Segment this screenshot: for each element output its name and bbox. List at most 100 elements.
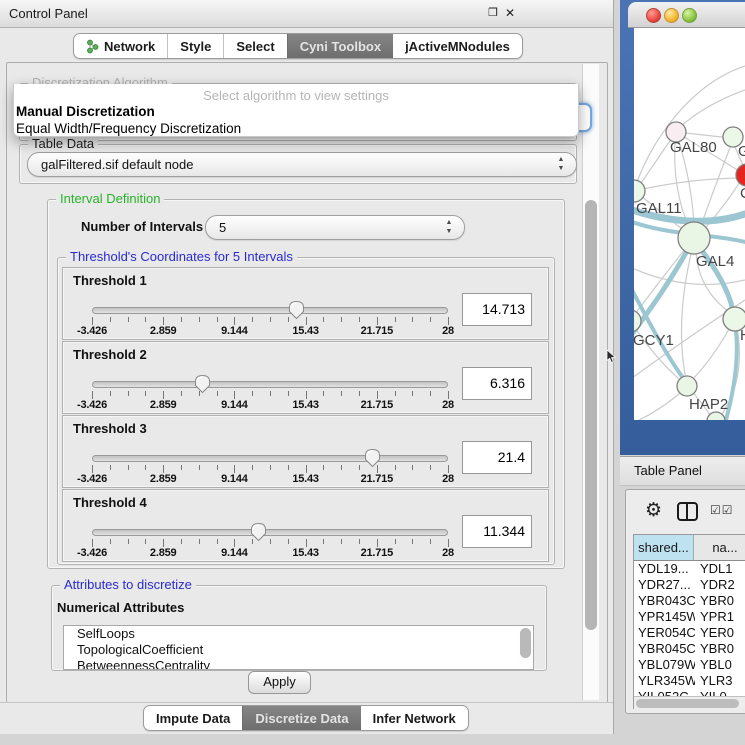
table-row[interactable]: YDL19...YDL1 — [634, 561, 745, 577]
slider-thumb[interactable] — [288, 300, 305, 320]
table-row[interactable]: YER054CYER0 — [634, 625, 745, 641]
threshold-value: 6.316 — [490, 368, 525, 399]
tab-style[interactable]: Style — [167, 34, 223, 58]
network-canvas[interactable]: GAL80GACGAL11GAL4GCY1HHAP2 — [634, 28, 745, 420]
table-cell: YBR0 — [695, 593, 745, 609]
zoom-traffic-light[interactable] — [682, 8, 697, 23]
threshold-label: Threshold 1 — [73, 273, 147, 288]
thresholds-title: Threshold's Coordinates for 5 Intervals — [66, 249, 297, 264]
gear-icon[interactable]: ⚙ — [645, 499, 662, 522]
tab-cyni-toolbox[interactable]: Cyni Toolbox — [287, 34, 393, 58]
attributes-title: Attributes to discretize — [60, 577, 196, 592]
tab-label: jActiveMNodules — [405, 39, 510, 54]
attributes-list-scrollbar[interactable] — [519, 627, 532, 668]
network-node-gcy1[interactable] — [634, 310, 641, 332]
control-panel-titlebar: Control Panel ❒ ✕ — [0, 0, 613, 28]
attribute-item-topologicalcoefficient[interactable]: TopologicalCoefficient — [64, 642, 533, 658]
table-cell: YPR1 — [695, 609, 745, 625]
number-of-intervals-combo[interactable]: 5 ▲▼ — [205, 215, 465, 240]
table-header-1[interactable]: shared... — [634, 535, 694, 560]
table-data-combo[interactable]: galFiltered.sif default node ▲▼ — [27, 152, 577, 177]
slider-track[interactable] — [92, 381, 448, 388]
table-cell: YBL0 — [695, 657, 745, 673]
table-data-title: Table Data — [28, 136, 98, 151]
threshold-panel-4: Threshold 4 -3.4262.8599.14415.4321.71528… — [62, 489, 549, 562]
slider-thumb[interactable] — [364, 448, 381, 468]
tab-jactivemnodules[interactable]: jActiveMNodules — [393, 34, 522, 58]
table-row[interactable]: YDR27...YDR2 — [634, 577, 745, 593]
threshold-value-field[interactable]: 6.316 — [462, 367, 532, 400]
tab-select[interactable]: Select — [223, 34, 286, 58]
slider-track[interactable] — [92, 455, 448, 462]
slider-track[interactable] — [92, 529, 448, 536]
scrollbar-thumb[interactable] — [585, 200, 597, 630]
table-row[interactable]: YPR145WYPR1 — [634, 609, 745, 625]
table-cell: YER054C — [634, 625, 695, 641]
combo-spinner-icon: ▲▼ — [444, 218, 454, 237]
network-node-c[interactable] — [736, 164, 745, 186]
network-nodes: GAL80GACGAL11GAL4GCY1HHAP2 — [634, 122, 745, 420]
table-horizontal-scrollbar[interactable] — [634, 696, 745, 709]
slider-thumb[interactable] — [194, 374, 211, 394]
numerical-attributes-list[interactable]: SelfLoopsTopologicalCoefficientBetweenne… — [63, 625, 534, 670]
tab-label: Cyni Toolbox — [300, 39, 381, 54]
tab-label: Discretize Data — [255, 711, 348, 726]
threshold-value-field[interactable]: 11.344 — [462, 515, 532, 548]
tab-label: Network — [104, 39, 155, 54]
table-data-combo-value: galFiltered.sif default node — [41, 157, 193, 172]
combo-spinner-icon: ▲▼ — [556, 155, 566, 174]
table-row[interactable]: YBL079WYBL0 — [634, 657, 745, 673]
attribute-item-betweennesscentrality[interactable]: BetweennessCentrality — [64, 658, 533, 670]
table-cell: YBR045C — [634, 641, 695, 657]
table-cell: YER0 — [695, 625, 745, 641]
table-row[interactable]: YLR345WYLR3 — [634, 673, 745, 689]
tab-network[interactable]: Network — [74, 34, 167, 58]
table-cell: YBR0 — [695, 641, 745, 657]
slider-tick-labels: -3.4262.8599.14415.4321.71528 — [92, 399, 448, 411]
threshold-label: Threshold 4 — [73, 495, 147, 510]
minimize-traffic-light[interactable] — [664, 8, 679, 23]
table-data-group: Table Data galFiltered.sif default node … — [19, 144, 577, 184]
control-panel-scrollbar[interactable] — [582, 64, 599, 700]
node-label: GAL80 — [670, 139, 717, 156]
scrollbar-thumb[interactable] — [636, 699, 739, 708]
network-node-gal4[interactable] — [678, 222, 710, 254]
attribute-item-selfloops[interactable]: SelfLoops — [64, 626, 533, 642]
table-header-2[interactable]: na... — [694, 535, 745, 560]
slider-tick-labels: -3.4262.8599.14415.4321.71528 — [92, 473, 448, 485]
node-label: H — [740, 327, 745, 344]
slider-tick-labels: -3.4262.8599.14415.4321.71528 — [92, 547, 448, 559]
algorithm-option-equal-width-frequency-discretization[interactable]: Equal Width/Frequency Discretization — [14, 120, 578, 137]
slider-track[interactable] — [92, 307, 448, 314]
table-row[interactable]: YBR043CYBR0 — [634, 593, 745, 609]
threshold-value-field[interactable]: 21.4 — [462, 441, 532, 474]
table-cell: YLR345W — [634, 673, 695, 689]
algorithm-option-manual-discretization[interactable]: Manual Discretization — [14, 103, 578, 120]
network-node-gal11[interactable] — [634, 180, 645, 202]
cyni-toolbox-content: Discretization Algorithm Table Data galF… — [6, 62, 608, 704]
numerical-attributes-label: Numerical Attributes — [57, 600, 184, 615]
columns-icon[interactable] — [677, 502, 698, 521]
table-row[interactable]: YBR045CYBR0 — [634, 641, 745, 657]
cyni-mode-tabs: Impute Data Discretize Data Infer Network — [143, 705, 469, 731]
table-cell: YDL19... — [634, 561, 695, 577]
tab-label: Style — [180, 39, 211, 54]
control-panel-tabs: Network Style Select Cyni Toolbox jActiveMNo… — [73, 33, 523, 59]
float-window-icon[interactable]: ❒ — [485, 5, 501, 21]
slider-thumb[interactable] — [250, 522, 267, 542]
apply-button[interactable]: Apply — [248, 671, 311, 694]
threshold-value-field[interactable]: 14.713 — [462, 293, 532, 326]
table-cell: YLR3 — [695, 673, 745, 689]
node-table: shared...na... YDL19...YDL1YDR27...YDR2Y… — [633, 534, 745, 709]
network-node-hap2[interactable] — [677, 376, 697, 396]
close-traffic-light[interactable] — [646, 8, 661, 23]
select-columns-icon[interactable]: ☑☑ — [710, 503, 734, 517]
algorithm-placeholder-option[interactable]: Select algorithm to view settings — [14, 88, 578, 103]
tab-infer-network[interactable]: Infer Network — [361, 706, 468, 730]
tab-impute-data[interactable]: Impute Data — [144, 706, 242, 730]
node-label: GAL4 — [696, 253, 734, 270]
table-panel-titlebar: Table Panel — [620, 456, 745, 486]
close-window-icon[interactable]: ✕ — [502, 5, 518, 21]
threshold-value: 14.713 — [482, 294, 525, 325]
tab-discretize-data[interactable]: Discretize Data — [242, 706, 360, 730]
